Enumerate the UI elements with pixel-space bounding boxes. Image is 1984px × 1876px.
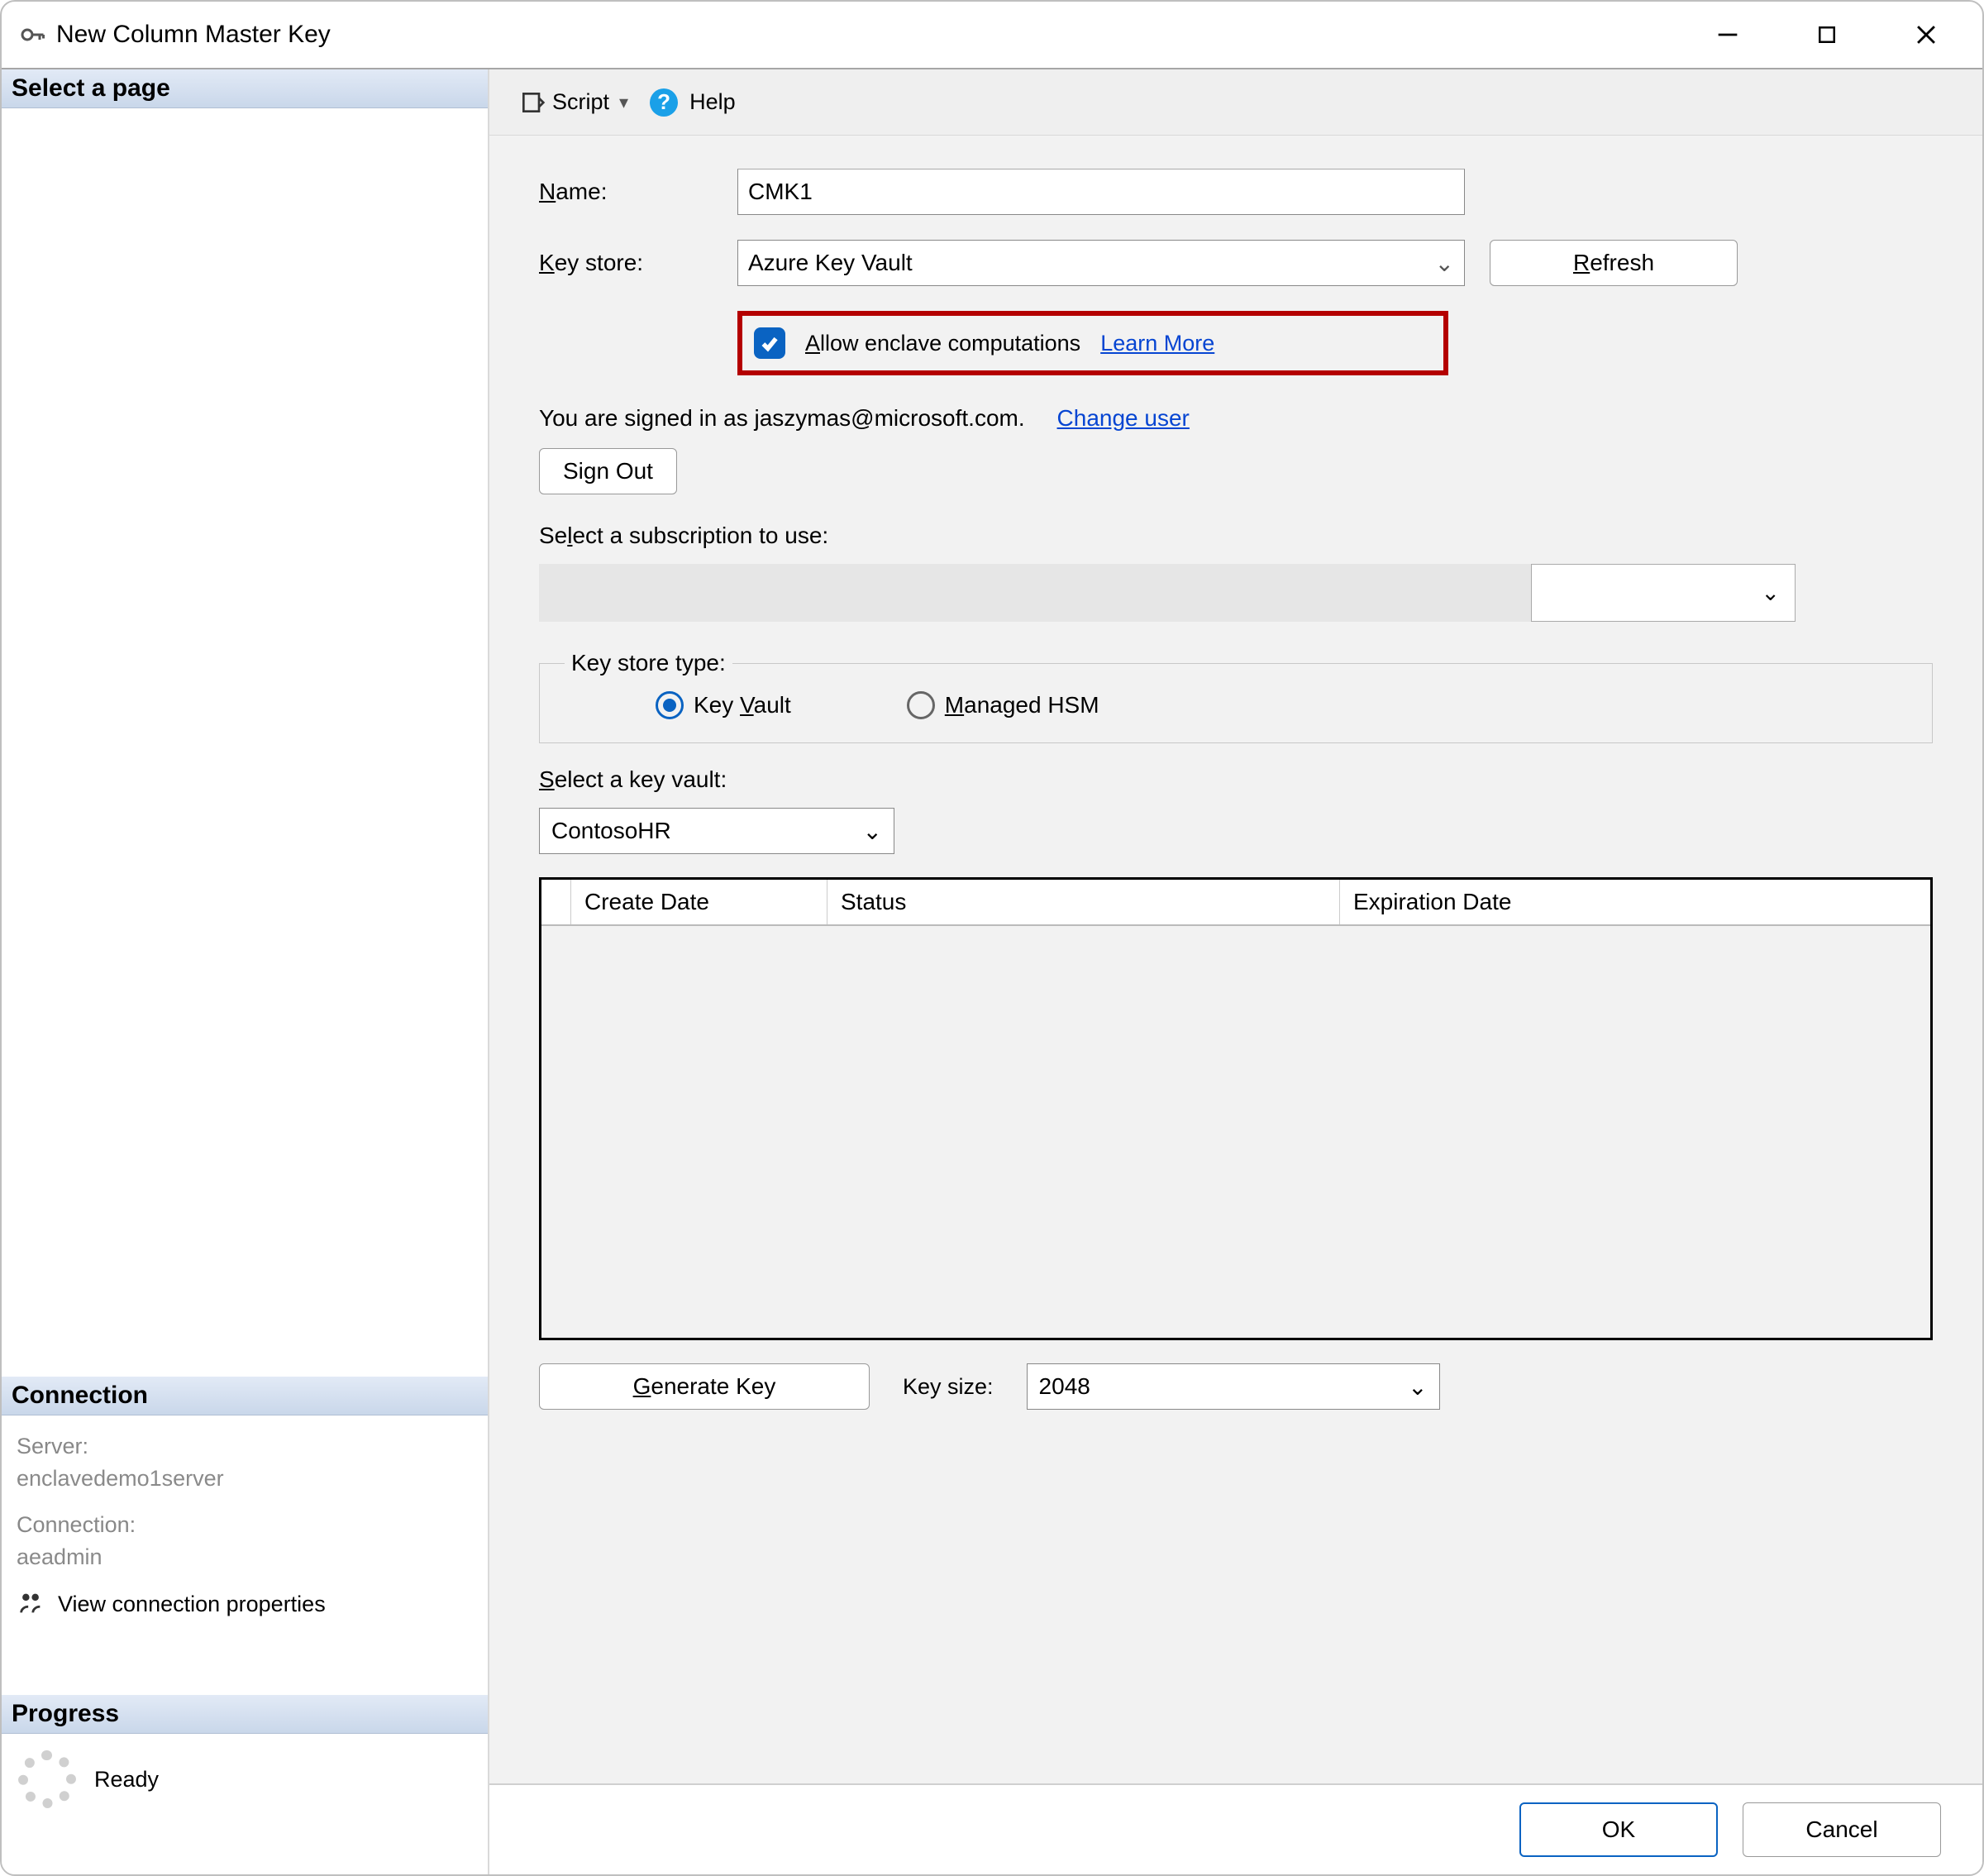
key-size-value: 2048: [1039, 1373, 1090, 1400]
chevron-down-icon: ⌄: [1435, 250, 1454, 277]
server-value: enclavedemo1server: [17, 1463, 473, 1495]
key-icon: [17, 19, 48, 50]
row-header-cell: [541, 880, 571, 924]
keystore-value: Azure Key Vault: [748, 250, 913, 276]
allow-enclave-highlight: Allow enclave computations Learn More: [737, 311, 1448, 375]
cancel-button[interactable]: Cancel: [1743, 1802, 1941, 1857]
maximize-button[interactable]: [1777, 6, 1877, 64]
connection-icon: [17, 1589, 46, 1619]
connection-panel: Server: enclavedemo1server Connection: a…: [2, 1415, 488, 1629]
refresh-button[interactable]: Refresh: [1490, 240, 1738, 286]
progress-panel: Ready: [2, 1734, 488, 1825]
dialog-footer: OK Cancel: [489, 1783, 1982, 1874]
script-label: Script: [552, 89, 609, 115]
subscription-row: ⌄: [539, 564, 1933, 622]
chevron-down-icon: ⌄: [1408, 1373, 1427, 1401]
keystore-type-group: Key store type: Key Vault Managed HSM: [539, 650, 1933, 743]
toolbar: Script ▾ ? Help: [489, 69, 1982, 136]
select-key-vault-label: Select a key vault:: [539, 766, 1933, 793]
col-expiration-date[interactable]: Expiration Date: [1340, 880, 1930, 924]
chevron-down-icon: ⌄: [1761, 580, 1780, 606]
progress-header: Progress: [2, 1695, 488, 1734]
view-connection-properties-link[interactable]: View connection properties: [17, 1588, 473, 1621]
titlebar: New Column Master Key: [2, 2, 1982, 68]
select-page-header: Select a page: [2, 69, 488, 108]
allow-enclave-label: Allow enclave computations: [805, 331, 1080, 356]
ok-button[interactable]: OK: [1519, 1802, 1718, 1857]
key-vault-select[interactable]: ContosoHR ⌄: [539, 808, 894, 854]
help-button[interactable]: ? Help: [645, 85, 741, 120]
table-header: Create Date Status Expiration Date: [541, 880, 1930, 926]
progress-spinner-icon: [18, 1750, 76, 1808]
view-connection-properties-label: View connection properties: [58, 1588, 326, 1621]
chevron-down-icon: ⌄: [863, 818, 882, 845]
connection-value: aeadmin: [17, 1541, 473, 1573]
window-frame: New Column Master Key Select a page Conn…: [0, 0, 1984, 1876]
keystore-type-legend: Key store type:: [565, 650, 732, 676]
minimize-button[interactable]: [1678, 6, 1777, 64]
subscription-select[interactable]: ⌄: [1531, 564, 1796, 622]
help-label: Help: [689, 89, 736, 115]
connection-header: Connection: [2, 1377, 488, 1415]
radio-icon: [907, 691, 935, 719]
script-button[interactable]: Script ▾: [514, 86, 637, 119]
server-label: Server:: [17, 1430, 473, 1463]
radio-managed-hsm[interactable]: Managed HSM: [907, 691, 1099, 719]
help-icon: ?: [650, 88, 678, 117]
allow-enclave-checkbox[interactable]: [754, 327, 785, 359]
window-title: New Column Master Key: [56, 21, 331, 49]
signed-in-text: You are signed in as jaszymas@microsoft.…: [539, 405, 1025, 431]
learn-more-link[interactable]: Learn More: [1100, 331, 1214, 356]
col-create-date[interactable]: Create Date: [571, 880, 827, 924]
name-input[interactable]: [737, 169, 1465, 215]
close-button[interactable]: [1877, 6, 1976, 64]
keystore-select[interactable]: Azure Key Vault ⌄: [737, 240, 1465, 286]
subscription-display: [539, 564, 1531, 622]
change-user-link[interactable]: Change user: [1057, 405, 1190, 431]
radio-icon: [656, 691, 684, 719]
keys-table: Create Date Status Expiration Date: [539, 877, 1933, 1340]
key-size-select[interactable]: 2048 ⌄: [1027, 1363, 1440, 1410]
sign-out-button[interactable]: Sign Out: [539, 448, 677, 494]
script-icon: [519, 89, 546, 116]
subscription-label: Select a subscription to use:: [539, 523, 1933, 549]
generate-key-button[interactable]: Generate Key: [539, 1363, 870, 1410]
right-pane: Script ▾ ? Help Name: Key store:: [489, 69, 1982, 1874]
key-size-label: Key size:: [903, 1374, 994, 1400]
key-vault-value: ContosoHR: [551, 818, 671, 844]
keystore-label: Key store:: [539, 250, 737, 276]
left-pane: Select a page Connection Server: enclave…: [2, 69, 489, 1874]
connection-label: Connection:: [17, 1509, 473, 1541]
signed-in-row: You are signed in as jaszymas@microsoft.…: [539, 405, 1933, 432]
radio-key-vault[interactable]: Key Vault: [656, 691, 791, 719]
name-label: Name:: [539, 179, 737, 205]
progress-status: Ready: [94, 1767, 159, 1792]
col-status[interactable]: Status: [827, 880, 1340, 924]
chevron-down-icon: ▾: [619, 92, 628, 113]
